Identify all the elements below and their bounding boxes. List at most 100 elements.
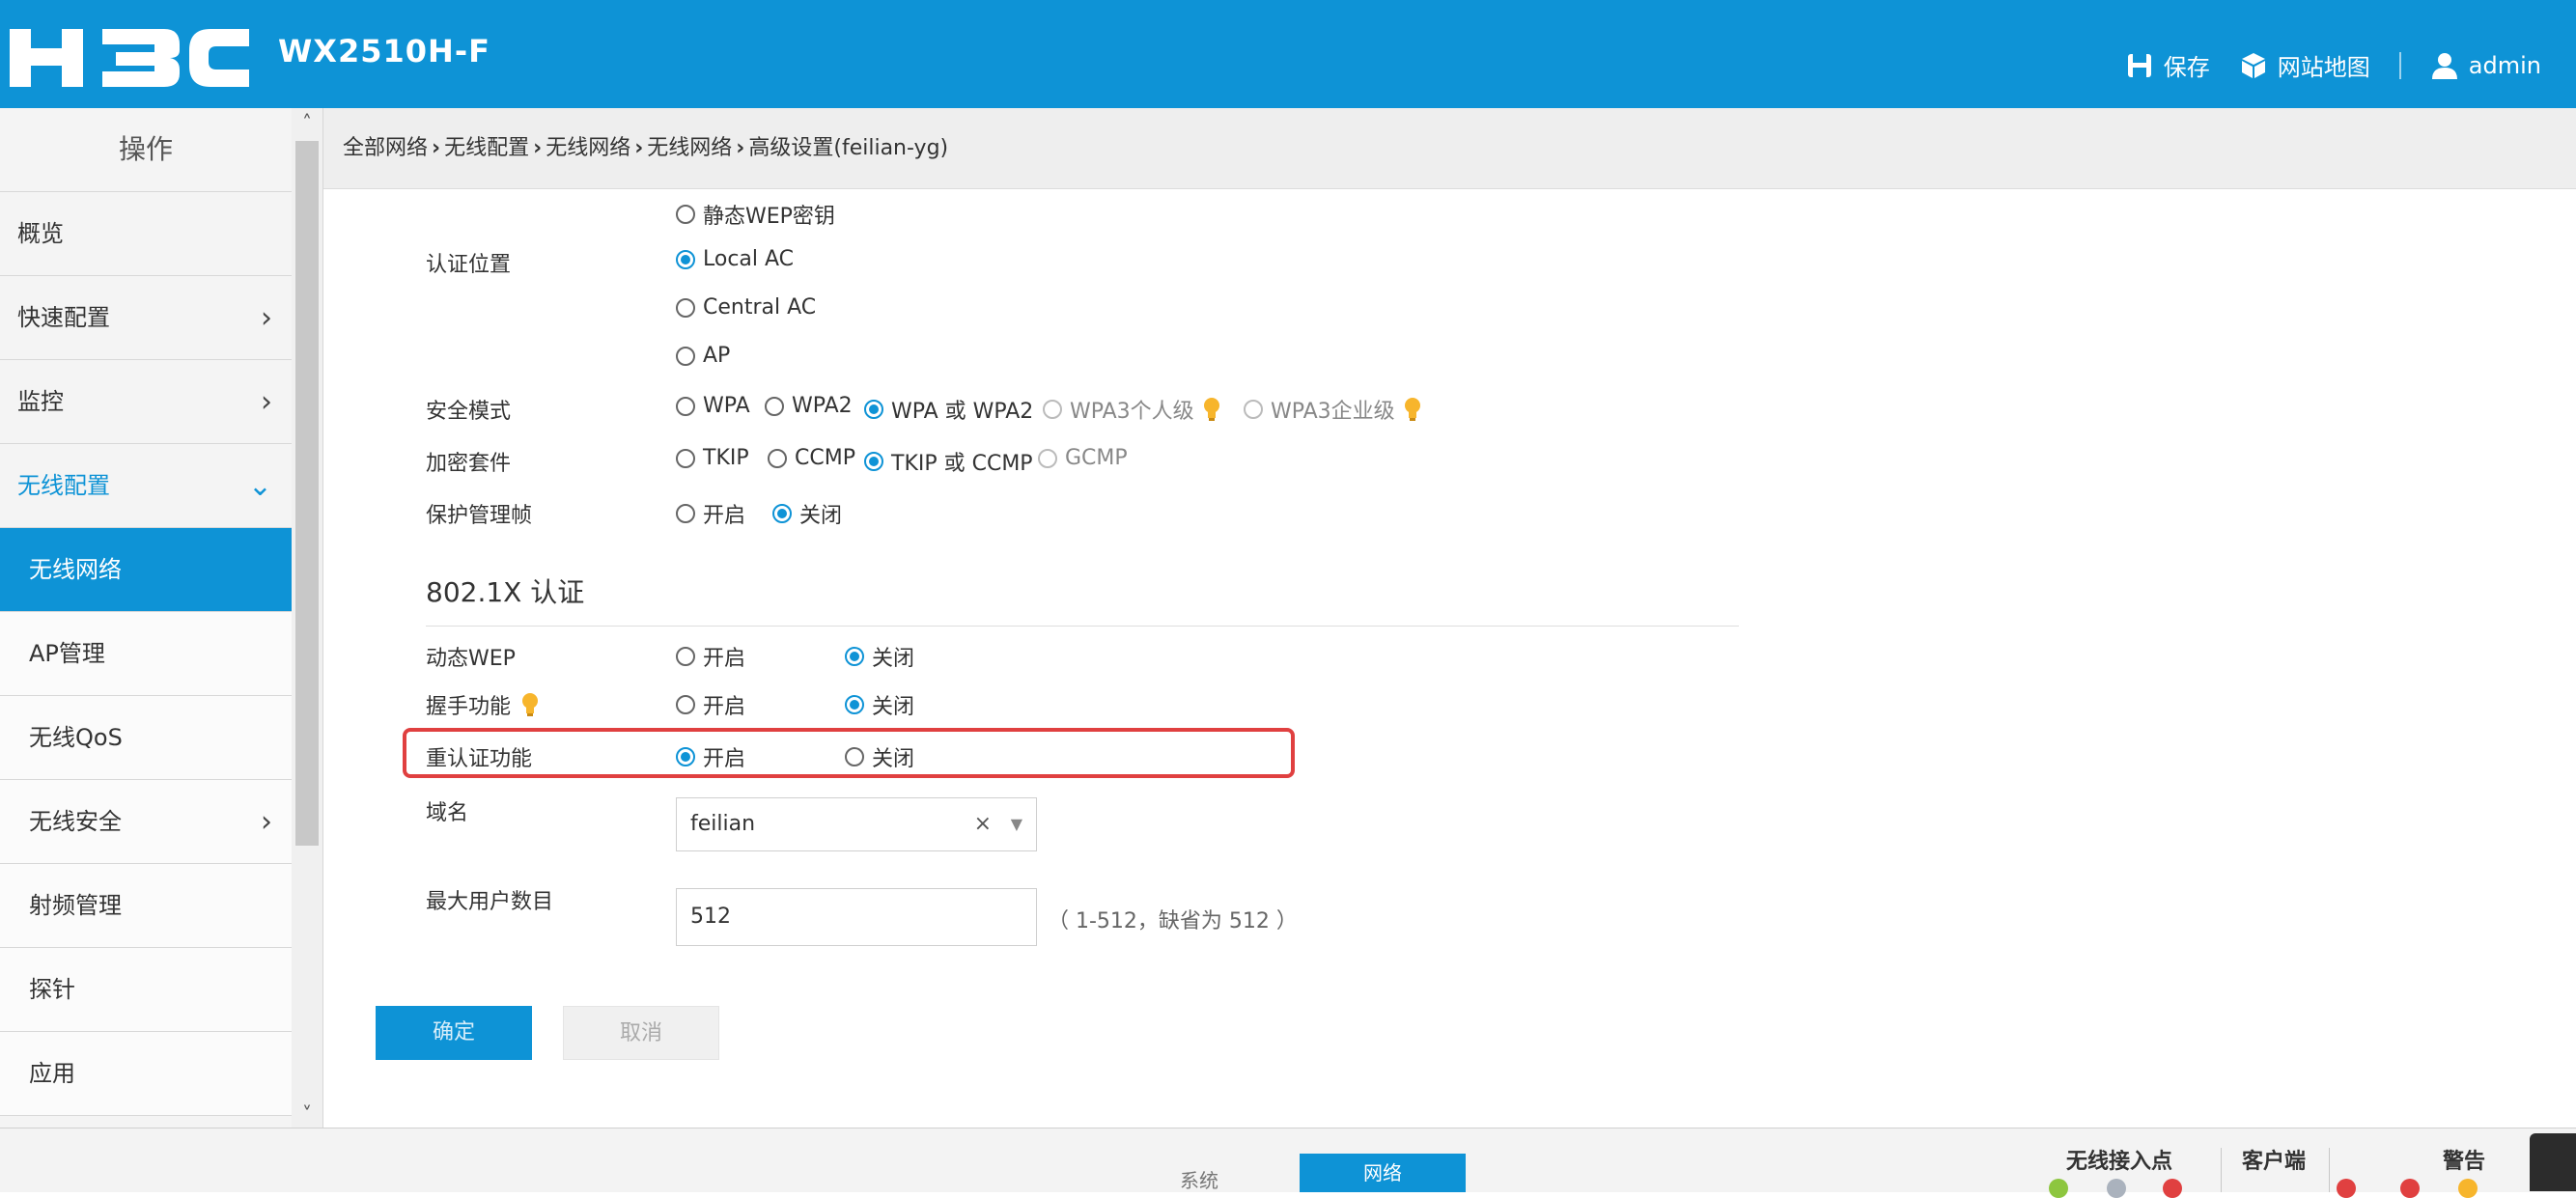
save-button[interactable]: 保存 — [2125, 48, 2210, 82]
radio-gcmp[interactable]: GCMP — [1038, 446, 1128, 470]
radio-label: WPA2 — [792, 394, 853, 418]
sidebar-item-label: 应用 — [29, 1060, 75, 1087]
radio-label: 关闭 — [872, 695, 915, 719]
chevron-down-icon: ⌄ — [247, 469, 272, 503]
sidebar-item-overview[interactable]: 概览 — [0, 192, 292, 276]
radio-circle-icon — [676, 297, 695, 318]
alarm-major-dot-icon — [2400, 1179, 2420, 1198]
user-menu[interactable]: admin — [2430, 51, 2541, 80]
sidebar-item-application[interactable]: 应用 — [0, 1032, 292, 1116]
top-header: WX2510H-F 保存 网站地图 admin — [0, 0, 2576, 108]
lightbulb-icon[interactable] — [1403, 397, 1422, 422]
radio-label: Central AC — [703, 295, 817, 320]
sidebar-item-wireless-network[interactable]: 无线网络 — [0, 528, 292, 612]
status-divider — [2221, 1148, 2222, 1192]
sitemap-button[interactable]: 网站地图 — [2239, 48, 2370, 82]
user-icon — [2431, 52, 2457, 79]
radio-circle-icon — [765, 396, 784, 416]
ok-button[interactable]: 确定 — [376, 1006, 532, 1060]
radio-pmf-off[interactable]: 关闭 — [772, 498, 842, 529]
breadcrumb-item[interactable]: 无线配置 — [444, 136, 529, 160]
radio-label: 静态WEP密钥 — [703, 205, 835, 229]
scroll-thumb[interactable] — [295, 141, 319, 846]
radio-wpa[interactable]: WPA — [676, 394, 750, 418]
client-status-label: 客户端 — [2242, 1150, 2307, 1174]
save-label: 保存 — [2163, 54, 2210, 81]
radio-checked-icon — [772, 504, 792, 523]
chevron-right-icon: › — [261, 385, 272, 419]
sidebar-item-label: 探针 — [29, 976, 75, 1003]
sidebar-item-label: 概览 — [17, 220, 64, 247]
dropdown-arrow-icon[interactable]: ▼ — [1011, 798, 1022, 850]
radio-static-wep[interactable]: 静态WEP密钥 — [676, 199, 835, 230]
clear-icon[interactable]: × — [974, 798, 992, 850]
radio-circle-icon — [676, 504, 695, 523]
radio-wpa-or-wpa2[interactable]: WPA 或 WPA2 — [864, 394, 1033, 425]
radio-label: 开启 — [703, 747, 746, 771]
radio-circle-icon — [676, 695, 695, 714]
sidebar-item-radio-management[interactable]: 射频管理 — [0, 864, 292, 948]
max-users-input[interactable]: 512 — [676, 888, 1037, 946]
lightbulb-icon[interactable] — [1202, 397, 1221, 422]
radio-checked-icon — [845, 647, 864, 666]
radio-circle-icon — [768, 448, 787, 468]
sidebar-scrollbar[interactable]: ˄ ˅ — [292, 108, 323, 1128]
breadcrumb-item[interactable]: 无线网络 — [647, 136, 732, 160]
sidebar-item-ap-management[interactable]: AP管理 — [0, 612, 292, 696]
radio-label: WPA3个人级 — [1070, 400, 1194, 424]
radio-label: CCMP — [795, 446, 855, 470]
ap-status-label: 无线接入点 — [2066, 1150, 2173, 1174]
radio-circle-icon — [676, 396, 695, 416]
radio-ap[interactable]: AP — [676, 344, 730, 368]
max-users-label: 最大用户数目 — [426, 890, 554, 914]
breadcrumb-item[interactable]: 无线网络 — [546, 136, 630, 160]
radio-wpa2[interactable]: WPA2 — [765, 394, 853, 418]
radio-dynamic-wep-off[interactable]: 关闭 — [845, 641, 914, 672]
sidebar-item-wireless-qos[interactable]: 无线QoS — [0, 696, 292, 780]
radio-label: 关闭 — [872, 747, 915, 771]
radio-reauth-on[interactable]: 开启 — [676, 741, 745, 772]
alarm-warning-icon — [2458, 1179, 2478, 1198]
sidebar-item-wireless-config[interactable]: 无线配置 ⌄ — [0, 444, 292, 528]
scroll-up-icon[interactable]: ˄ — [292, 108, 322, 137]
radio-checked-icon — [845, 695, 864, 714]
radio-wpa3-enterprise[interactable]: WPA3企业级 — [1244, 394, 1422, 425]
scroll-down-icon[interactable]: ˅ — [292, 1100, 322, 1128]
sidebar-item-probe[interactable]: 探针 — [0, 948, 292, 1032]
radio-central-ac[interactable]: Central AC — [676, 295, 816, 320]
radio-label: TKIP 或 CCMP — [891, 452, 1033, 476]
sidebar-item-monitor[interactable]: 监控 › — [0, 360, 292, 444]
radio-wpa3-personal[interactable]: WPA3个人级 — [1043, 394, 1221, 425]
radio-handshake-on[interactable]: 开启 — [676, 689, 745, 720]
ap-offline-dot-icon — [2107, 1179, 2126, 1198]
lightbulb-icon[interactable] — [520, 692, 540, 717]
tab-network[interactable]: 网络 — [1300, 1154, 1466, 1192]
radio-tkip[interactable]: TKIP — [676, 446, 749, 470]
cancel-button[interactable]: 取消 — [563, 1006, 719, 1060]
tab-system[interactable]: 系统 — [1180, 1165, 1218, 1193]
sidebar-item-label: AP管理 — [29, 640, 105, 667]
breadcrumb-item[interactable]: 全部网络 — [343, 136, 428, 160]
section-divider — [426, 626, 1739, 627]
sidebar-item-wireless-security[interactable]: 无线安全 › — [0, 780, 292, 864]
domain-value: feilian — [690, 812, 756, 836]
radio-reauth-off[interactable]: 关闭 — [845, 741, 914, 772]
domain-select[interactable]: feilian × ▼ — [676, 797, 1037, 851]
radio-local-ac[interactable]: Local AC — [676, 247, 794, 271]
sidebar-item-quick-config[interactable]: 快速配置 › — [0, 276, 292, 360]
radio-checked-icon — [864, 452, 883, 471]
chat-icon[interactable] — [2530, 1133, 2576, 1191]
breadcrumb: 全部网络 › 无线配置 › 无线网络 › 无线网络 › 高级设置(feilian-yg) — [323, 108, 2576, 189]
radio-circle-icon — [676, 346, 695, 366]
radio-pmf-on[interactable]: 开启 — [676, 498, 745, 529]
bottom-status-bar: 系统 网络 无线接入点 客户端 警告 — [0, 1128, 2576, 1198]
radio-ccmp[interactable]: CCMP — [768, 446, 855, 470]
radio-handshake-off[interactable]: 关闭 — [845, 689, 914, 720]
handshake-label: 握手功能 — [426, 695, 512, 719]
radio-dynamic-wep-on[interactable]: 开启 — [676, 641, 745, 672]
chevron-right-icon: › — [261, 805, 272, 839]
cube-icon — [2241, 52, 2265, 78]
radio-tkip-or-ccmp[interactable]: TKIP 或 CCMP — [864, 446, 1033, 477]
sidebar-item-label: 无线QoS — [29, 724, 123, 751]
alarm-status-label: 警告 — [2443, 1150, 2486, 1174]
